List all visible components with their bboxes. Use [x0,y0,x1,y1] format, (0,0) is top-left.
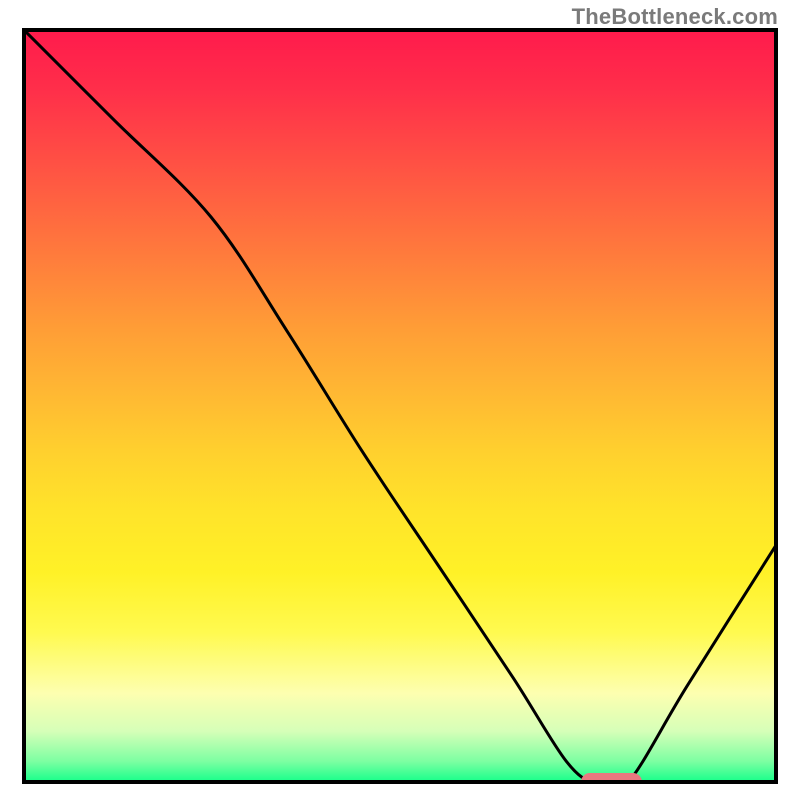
axis-border-right [774,28,778,784]
watermark-text: TheBottleneck.com [572,4,778,30]
axis-border-bottom [22,780,778,784]
chart-plot-area [22,28,778,784]
axis-border-left [22,28,26,784]
curve-path [22,28,778,784]
bottleneck-curve [22,28,778,784]
